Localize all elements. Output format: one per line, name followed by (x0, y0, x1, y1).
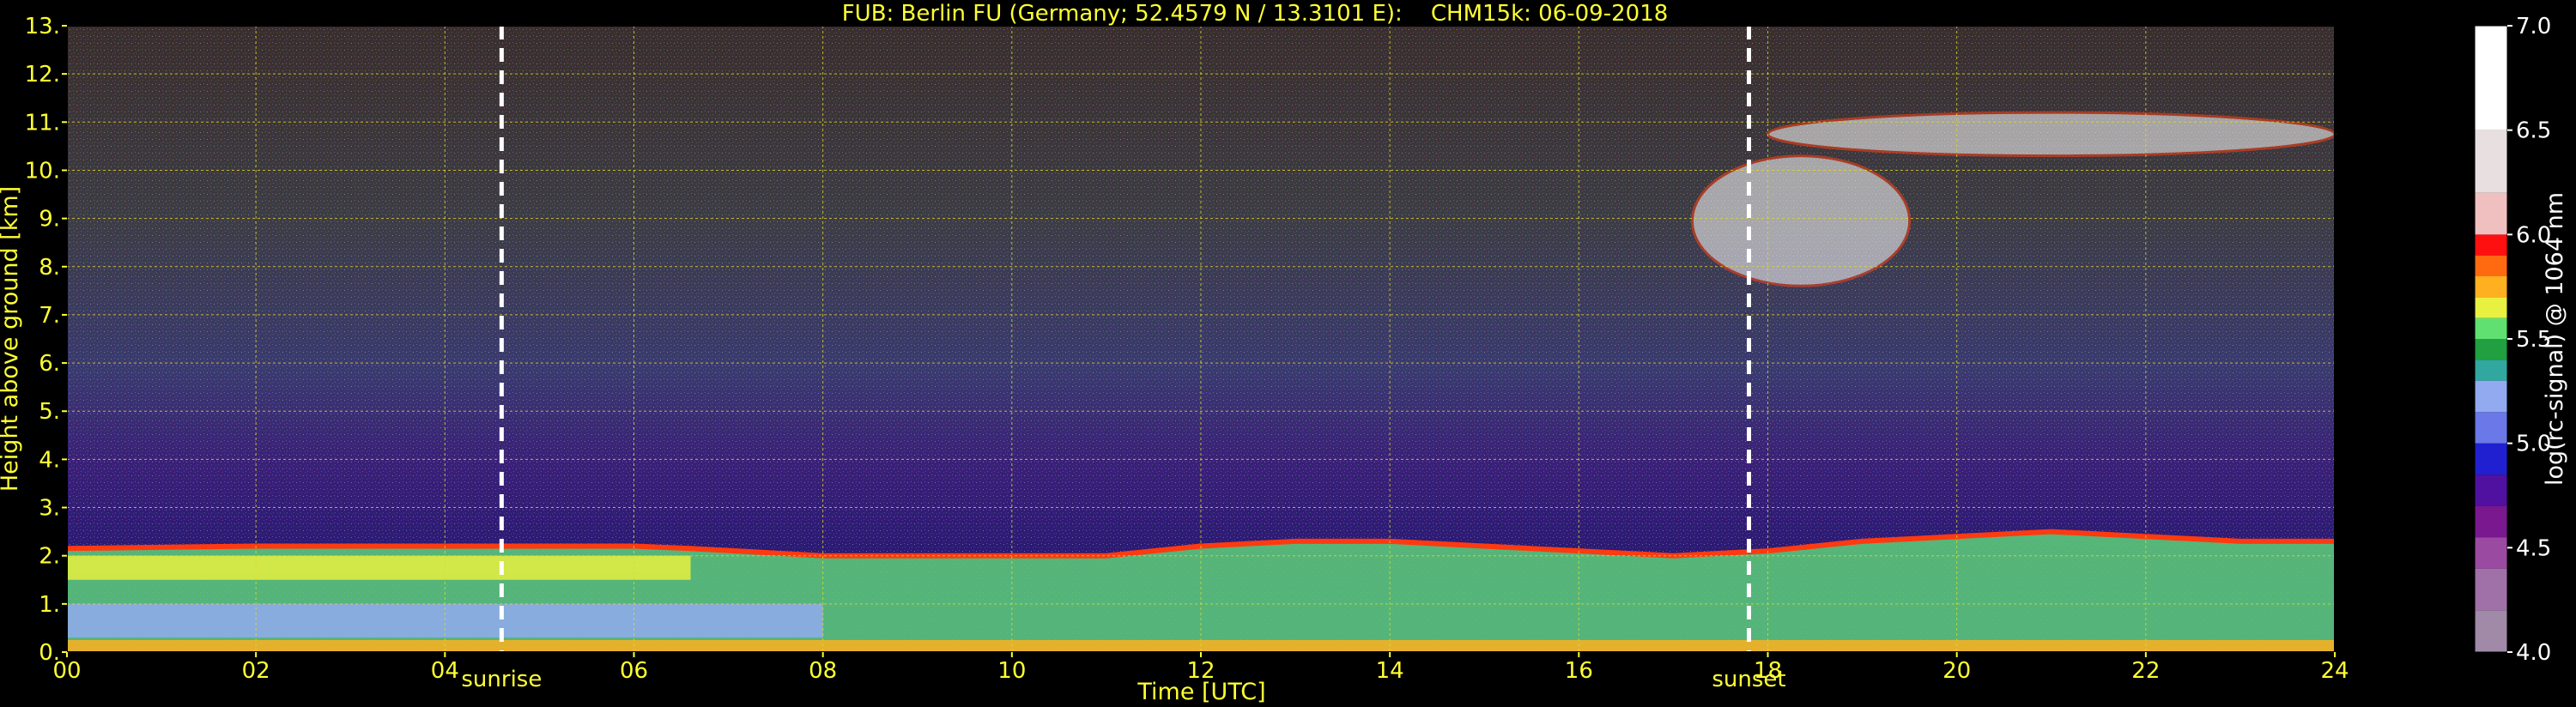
x-tick-label: 18 (1754, 658, 1782, 684)
y-tick-label: 11. (25, 110, 60, 136)
y-axis: 0. 1. 2. 3. 4. 5. 6. 7. 8. 9. 10. 11. 12. 13. (25, 14, 67, 666)
x-tick-label: 20 (1943, 658, 1971, 684)
y-tick-label: 5. (39, 399, 60, 425)
colorbar-segment (2475, 297, 2507, 318)
colorbar-segment (2475, 380, 2507, 413)
colorbar-segment (2475, 339, 2507, 360)
y-tick-label: 9. (39, 207, 60, 233)
y-tick-label: 8. (39, 255, 60, 281)
x-tick-label: 22 (2131, 658, 2160, 684)
x-tick-label: 16 (1565, 658, 1593, 684)
colorbar-segment (2475, 255, 2507, 276)
y-tick-label: 2. (39, 544, 60, 570)
x-tick-label: 24 (2320, 658, 2349, 684)
chart-title: FUB: Berlin FU (Germany; 52.4579 N / 13.… (842, 1, 1669, 27)
colorbar-segment (2475, 443, 2507, 475)
colorbar-segment (2475, 276, 2507, 298)
colorbar-segment (2475, 234, 2507, 256)
upper-cloud (1767, 111, 2337, 158)
chart-canvas: sunrise sunset 00 02 04 06 08 10 12 14 16 18 20 22 24… (0, 1, 2568, 705)
y-tick-label: 13. (25, 14, 60, 39)
colorbar-segment (2475, 192, 2507, 235)
colorbar-segment (2475, 26, 2507, 130)
y-tick-label: 3. (39, 496, 60, 522)
x-tick-label: 14 (1376, 658, 1404, 684)
colorbar-tick-label: 6.5 (2516, 118, 2551, 144)
colorbar-tick-label: 7.0 (2516, 14, 2551, 39)
colorbar-segment (2475, 537, 2507, 569)
colorbar: 4.04.55.05.56.06.57.0 (2474, 14, 2551, 666)
y-tick-label: 4. (39, 447, 60, 473)
colorbar-segment (2475, 568, 2507, 611)
colorbar-segment (2475, 505, 2507, 538)
x-tick-label: 04 (431, 658, 459, 684)
x-tick-label: 02 (242, 658, 270, 684)
x-tick-label: 10 (997, 658, 1026, 684)
colorbar-tick-label: 4.5 (2516, 535, 2551, 561)
y-tick-label: 7. (39, 303, 60, 329)
x-tick-label: 06 (620, 658, 648, 684)
colorbar-segment (2475, 474, 2507, 506)
plot-area: sunrise sunset (66, 25, 2337, 692)
colorbar-label: log(rc-signal) @ 1064 nm (2542, 192, 2568, 486)
x-tick-label: 08 (809, 658, 837, 684)
y-tick-label: 12. (25, 62, 60, 88)
colorbar-segment (2475, 412, 2507, 444)
y-tick-label: 10. (25, 158, 60, 184)
colorbar-segment (2475, 360, 2507, 381)
colorbar-segment (2475, 317, 2507, 339)
ceilometer-chart: sunrise sunset 00 02 04 06 08 10 12 14 16 18 20 22 24… (0, 0, 2576, 707)
y-tick-label: 6. (39, 351, 60, 377)
colorbar-tick-label: 4.0 (2516, 640, 2551, 666)
x-axis-label: Time [UTC] (1136, 679, 1265, 705)
upper-pbl-band (67, 555, 691, 580)
event-label-sunrise: sunrise (461, 667, 542, 692)
colorbar-segment (2475, 130, 2507, 193)
y-axis-label: Height above ground [km] (0, 186, 23, 492)
y-tick-label: 0. (39, 640, 60, 666)
y-tick-label: 1. (39, 592, 60, 618)
colorbar-segment (2475, 610, 2507, 652)
